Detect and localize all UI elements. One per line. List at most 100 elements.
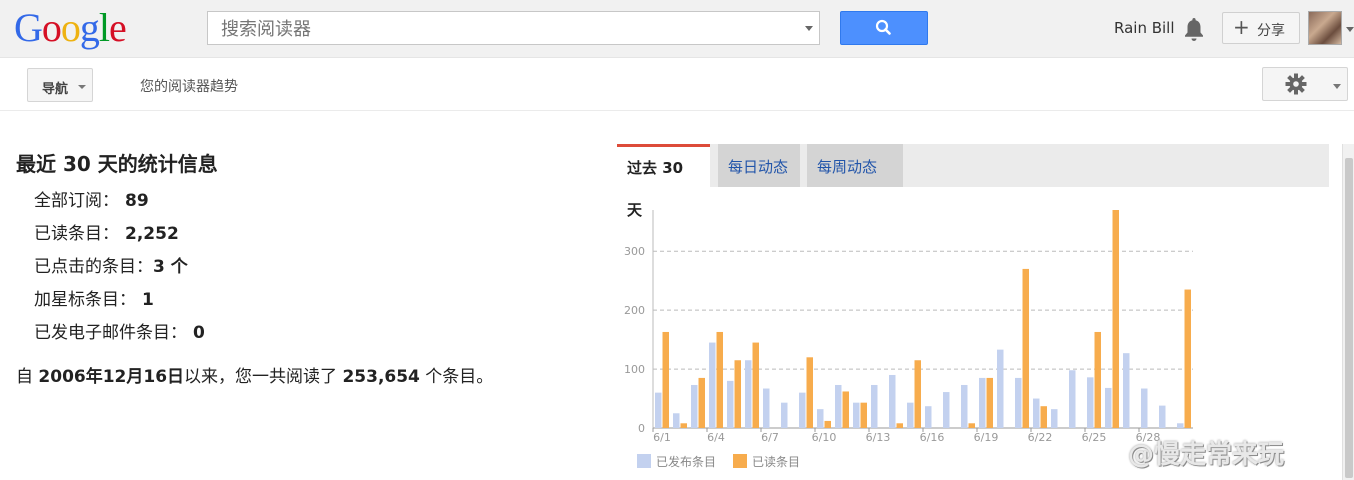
settings-button[interactable] [1262, 67, 1348, 101]
bar-read [1040, 406, 1047, 428]
gear-icon [1285, 73, 1307, 95]
stat-row-clicked: 已点击的条目：3 个 [34, 252, 188, 277]
bar-published [943, 392, 950, 428]
bar-published [1051, 409, 1058, 428]
bar-published [1033, 398, 1040, 428]
search-options-chevron-icon[interactable] [805, 26, 813, 31]
bar-published [1087, 377, 1094, 428]
sub-bar: 导航 您的阅读器趋势 [0, 58, 1354, 111]
stats-title: 最近 30 天的统计信息 [16, 152, 218, 176]
bar-published [997, 349, 1004, 428]
chevron-down-icon [1333, 84, 1341, 89]
x-tick-label: 6/19 [974, 431, 999, 444]
stat-value: 1 [142, 290, 154, 310]
bar-published [745, 360, 752, 428]
scrollbar-thumb[interactable] [1345, 158, 1353, 478]
user-name[interactable]: Rain Bill [1114, 19, 1175, 37]
tab-weekly[interactable]: 每周动态 [807, 144, 903, 187]
bar-read [986, 377, 993, 428]
bar-read [1112, 210, 1119, 428]
bar-published [799, 392, 806, 428]
stat-label: 已点击的条目： [34, 257, 153, 277]
bar-published [871, 384, 878, 428]
logo-letter: g [79, 5, 100, 50]
x-tick-label: 6/16 [920, 431, 945, 444]
navigation-button[interactable]: 导航 [27, 68, 93, 102]
legend-swatch-read [733, 454, 747, 468]
bar-published [1015, 377, 1022, 428]
bar-read [1022, 268, 1029, 428]
bar-read [860, 402, 867, 428]
page-title: 您的阅读器趋势 [140, 79, 238, 95]
stat-label: 已发电子邮件条目： [34, 323, 187, 343]
x-tick-label: 6/1 [653, 431, 671, 444]
watermark: @慢走常来玩 [1128, 440, 1285, 470]
trend-chart: 0 100 200 300 6/1 6/4 6/7 6/10 6/13 6/16 6/19 6/22 6… [624, 210, 1193, 469]
since-middle: 以来，您一共阅读了 [184, 367, 343, 387]
since-suffix: 个条目。 [419, 367, 494, 387]
bar-read [1184, 289, 1191, 428]
bar-published [1141, 388, 1148, 428]
bar-published [655, 392, 662, 428]
bar-read [824, 420, 831, 428]
avatar[interactable] [1308, 11, 1342, 45]
stat-value: 3 个 [153, 257, 188, 277]
logo-letter: l [98, 5, 110, 50]
bar-published [817, 409, 824, 428]
y-tick-label: 200 [624, 304, 645, 317]
logo-letter: o [60, 5, 81, 50]
bar-published [781, 402, 788, 428]
legend-label-read: 已读条目 [752, 455, 800, 469]
y-tick-label: 0 [638, 422, 645, 435]
bar-read [698, 377, 705, 428]
stat-value: 2,252 [125, 224, 179, 244]
logo-letter: e [109, 5, 127, 50]
bar-read [1094, 331, 1101, 428]
chevron-down-icon [78, 85, 86, 89]
bar-read [680, 423, 687, 428]
bar-read [806, 357, 813, 428]
legend-swatch-published [637, 454, 651, 468]
tab-last-30-days[interactable]: 过去 30 天 [617, 144, 710, 219]
plus-icon: + [1233, 15, 1250, 39]
bar-published [1177, 423, 1184, 428]
bar-read [716, 331, 723, 428]
stat-row-starred: 加星标条目： 1 [34, 285, 154, 310]
legend-label-published: 已发布条目 [656, 454, 716, 469]
stat-value: 0 [193, 323, 205, 343]
stat-label: 已读条目： [34, 224, 119, 244]
bar-read [734, 360, 741, 428]
bar-read [914, 360, 921, 428]
search-input[interactable] [219, 12, 783, 46]
navigation-label: 导航 [42, 82, 69, 97]
since-summary: 自 2006年12月16日以来，您一共阅读了 253,654 个条目。 [16, 362, 493, 387]
bar-published [709, 342, 716, 428]
bar-read [752, 342, 759, 428]
scrollbar[interactable] [1342, 144, 1354, 480]
since-date: 2006年12月16日 [38, 367, 185, 387]
logo-letter: o [41, 5, 62, 50]
bar-published [727, 380, 734, 428]
bar-published [979, 377, 986, 428]
tab-daily[interactable]: 每日动态 [718, 144, 800, 187]
share-button[interactable]: + 分享 [1222, 12, 1300, 44]
chart-tabs: 过去 30 天 每日动态 每周动态 [617, 144, 1329, 219]
x-tick-label: 6/13 [866, 431, 891, 444]
search-icon [875, 19, 891, 35]
bar-published [673, 413, 680, 428]
google-logo[interactable]: Google [14, 5, 127, 50]
bar-published [907, 402, 914, 428]
bar-published [691, 384, 698, 428]
account-chevron-down-icon[interactable] [1346, 27, 1354, 32]
search-box[interactable] [207, 11, 820, 46]
x-tick-label: 6/4 [707, 431, 725, 444]
stat-label: 全部订阅： [34, 191, 119, 211]
bar-published [1123, 353, 1130, 428]
bell-icon[interactable] [1182, 16, 1206, 42]
search-button[interactable] [840, 11, 928, 45]
stat-row-read: 已读条目： 2,252 [34, 219, 179, 244]
x-tick-label: 6/10 [812, 431, 837, 444]
bar-published [961, 384, 968, 428]
bar-published [1159, 405, 1166, 428]
y-tick-label: 100 [624, 363, 645, 376]
